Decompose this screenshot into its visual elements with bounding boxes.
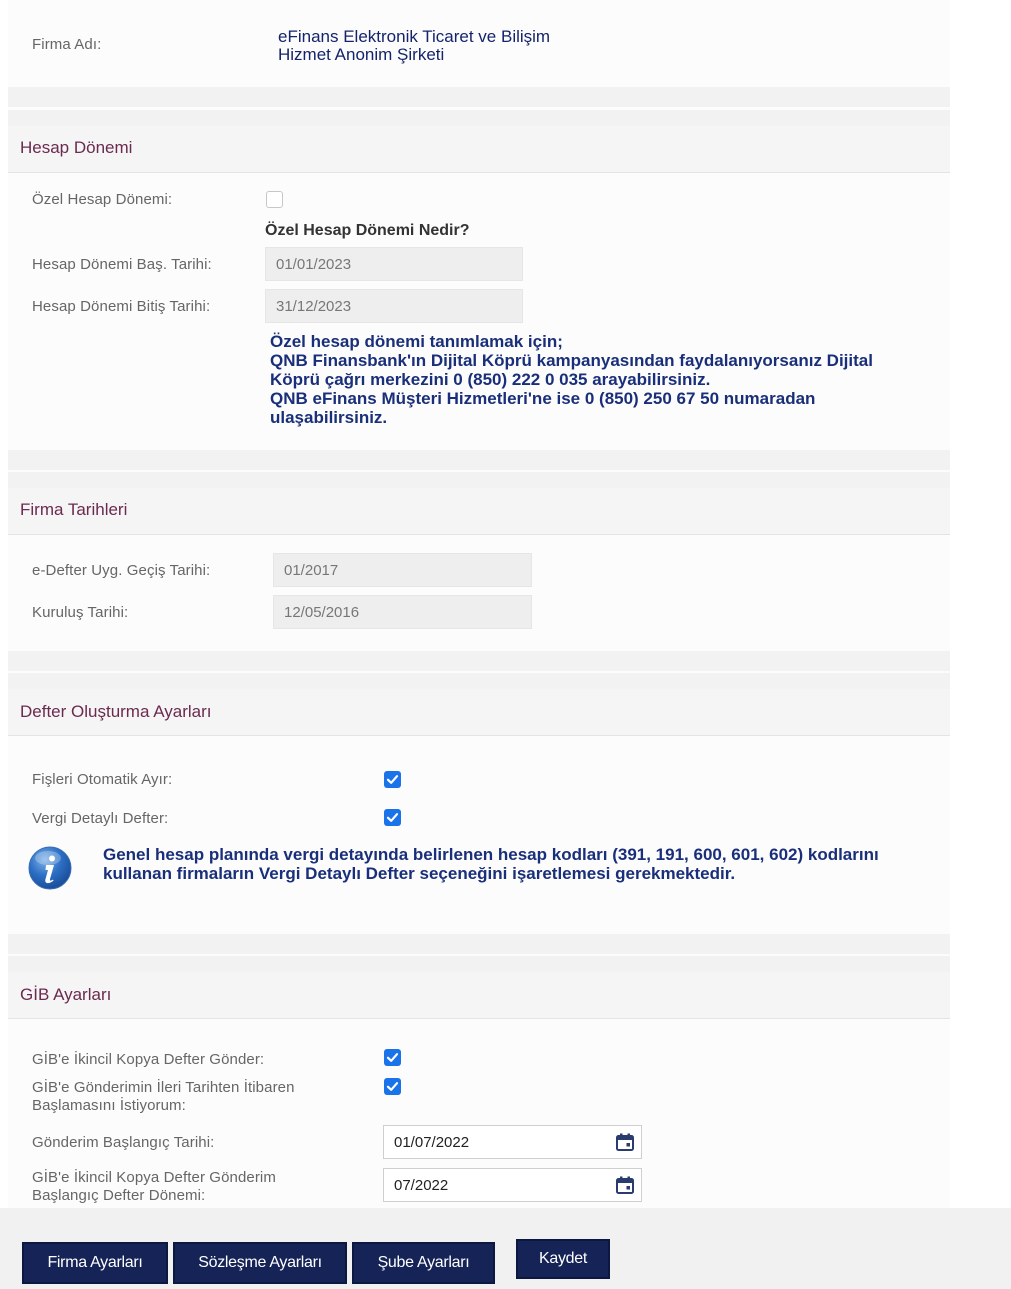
kurulus-tarihi-label: Kuruluş Tarihi: — [32, 604, 129, 621]
section-separator — [8, 673, 950, 689]
label-line: GİB'e Gönderimin İleri Tarihten İtibaren — [32, 1079, 295, 1096]
vergi-detayli-checkbox[interactable] — [384, 809, 401, 826]
calendar-icon[interactable] — [615, 1175, 635, 1195]
edefter-gecis-field: 01/2017 — [273, 553, 532, 587]
check-icon — [386, 1082, 399, 1091]
info-line: Özel hesap dönemi tanımlamak için; — [270, 332, 563, 351]
edefter-gecis-label: e-Defter Uyg. Geçiş Tarihi: — [32, 562, 211, 579]
info-line: ulaşabilirsiniz. — [270, 408, 388, 427]
firma-tarihleri-title: Firma Tarihleri — [20, 500, 128, 519]
info-line: Köprü çağrı merkezini 0 (850) 222 0 035 … — [270, 370, 711, 389]
check-icon — [386, 813, 399, 822]
divider — [8, 534, 950, 535]
label-line: GİB'e İkincil Kopya Defter Gönderim — [32, 1169, 276, 1186]
section-separator — [8, 450, 950, 470]
firma-tarihleri-header — [8, 488, 950, 534]
sozlesme-ayarlari-button[interactable]: Sözleşme Ayarları — [173, 1242, 347, 1284]
section-separator — [8, 472, 950, 488]
hesap-donemi-header — [8, 126, 950, 172]
sube-ayarlari-button[interactable]: Şube Ayarları — [352, 1242, 495, 1284]
fisleri-ayir-label: Fişleri Otomatik Ayır: — [32, 771, 173, 788]
hesap-bitis-tarihi-field: 31/12/2023 — [265, 289, 523, 323]
kurulus-tarihi-field: 12/05/2016 — [273, 595, 532, 629]
fisleri-ayir-checkbox[interactable] — [384, 771, 401, 788]
vergi-detayli-info: Genel hesap planında vergi detayında bel… — [103, 845, 879, 883]
gonderim-baslangic-input[interactable]: 01/07/2022 — [383, 1125, 642, 1159]
gib-ileri-tarih-checkbox[interactable] — [384, 1078, 401, 1095]
gib-ayarlari-title: GİB Ayarları — [20, 985, 112, 1004]
gib-donem-label: GİB'e İkincil Kopya Defter Gönderim Başl… — [32, 1169, 276, 1205]
divider — [8, 735, 950, 736]
ozel-hesap-info: Özel hesap dönemi tanımlamak için; QNB F… — [270, 332, 873, 427]
vergi-detayli-label: Vergi Detaylı Defter: — [32, 810, 169, 827]
ozel-hesap-label: Özel Hesap Dönemi: — [32, 191, 173, 208]
section-separator — [8, 956, 950, 972]
hesap-donemi-title: Hesap Dönemi — [20, 138, 133, 157]
gib-donem-value: 07/2022 — [394, 1176, 449, 1194]
ozel-hesap-checkbox[interactable] — [266, 191, 283, 208]
divider — [8, 172, 950, 173]
label-line: Başlamasını İstiyorum: — [32, 1097, 186, 1114]
gonderim-baslangic-value: 01/07/2022 — [394, 1133, 470, 1151]
label-line: Başlangıç Defter Dönemi: — [32, 1187, 206, 1204]
info-line: Genel hesap planında vergi detayında bel… — [103, 845, 879, 864]
info-icon — [28, 846, 72, 890]
info-line: QNB eFinans Müşteri Hizmetleri'ne ise 0 … — [270, 389, 816, 408]
section-separator — [8, 651, 950, 671]
gib-ileri-tarih-label: GİB'e Gönderimin İleri Tarihten İtibaren… — [32, 1079, 295, 1115]
company-name-label: Firma Adı: — [32, 36, 102, 53]
section-separator — [8, 934, 950, 954]
divider — [8, 1018, 950, 1019]
calendar-icon[interactable] — [615, 1132, 635, 1152]
check-icon — [386, 1053, 399, 1062]
company-name-line2: Hizmet Anonim Şirketi — [278, 45, 445, 64]
defter-ayarlari-title: Defter Oluşturma Ayarları — [20, 702, 212, 721]
hesap-bas-tarihi-label: Hesap Dönemi Baş. Tarihi: — [32, 256, 212, 273]
info-line: kullanan firmaların Vergi Detaylı Defter… — [103, 864, 736, 883]
check-icon — [386, 775, 399, 784]
gonderim-baslangic-label: Gönderim Başlangıç Tarihi: — [32, 1134, 215, 1151]
gib-ayarlari-header — [8, 972, 950, 1018]
section-separator — [8, 110, 950, 126]
gib-ikincil-kopya-checkbox[interactable] — [384, 1049, 401, 1066]
kaydet-button[interactable]: Kaydet — [516, 1239, 610, 1279]
ozel-hesap-nedir-link[interactable]: Özel Hesap Dönemi Nedir? — [265, 222, 470, 240]
info-line: QNB Finansbank'ın Dijital Köprü kampanya… — [270, 351, 873, 370]
firma-ayarlari-button[interactable]: Firma Ayarları — [22, 1242, 168, 1284]
gib-donem-input[interactable]: 07/2022 — [383, 1168, 642, 1202]
company-name: eFinans Elektronik Ticaret ve Bilişim Hi… — [278, 28, 550, 64]
company-name-line1: eFinans Elektronik Ticaret ve Bilişim — [278, 27, 551, 46]
hesap-bas-tarihi-field: 01/01/2023 — [265, 247, 523, 281]
section-separator — [8, 87, 950, 107]
hesap-bitis-tarihi-label: Hesap Dönemi Bitiş Tarihi: — [32, 298, 211, 315]
gib-ikincil-kopya-label: GİB'e İkincil Kopya Defter Gönder: — [32, 1051, 265, 1068]
